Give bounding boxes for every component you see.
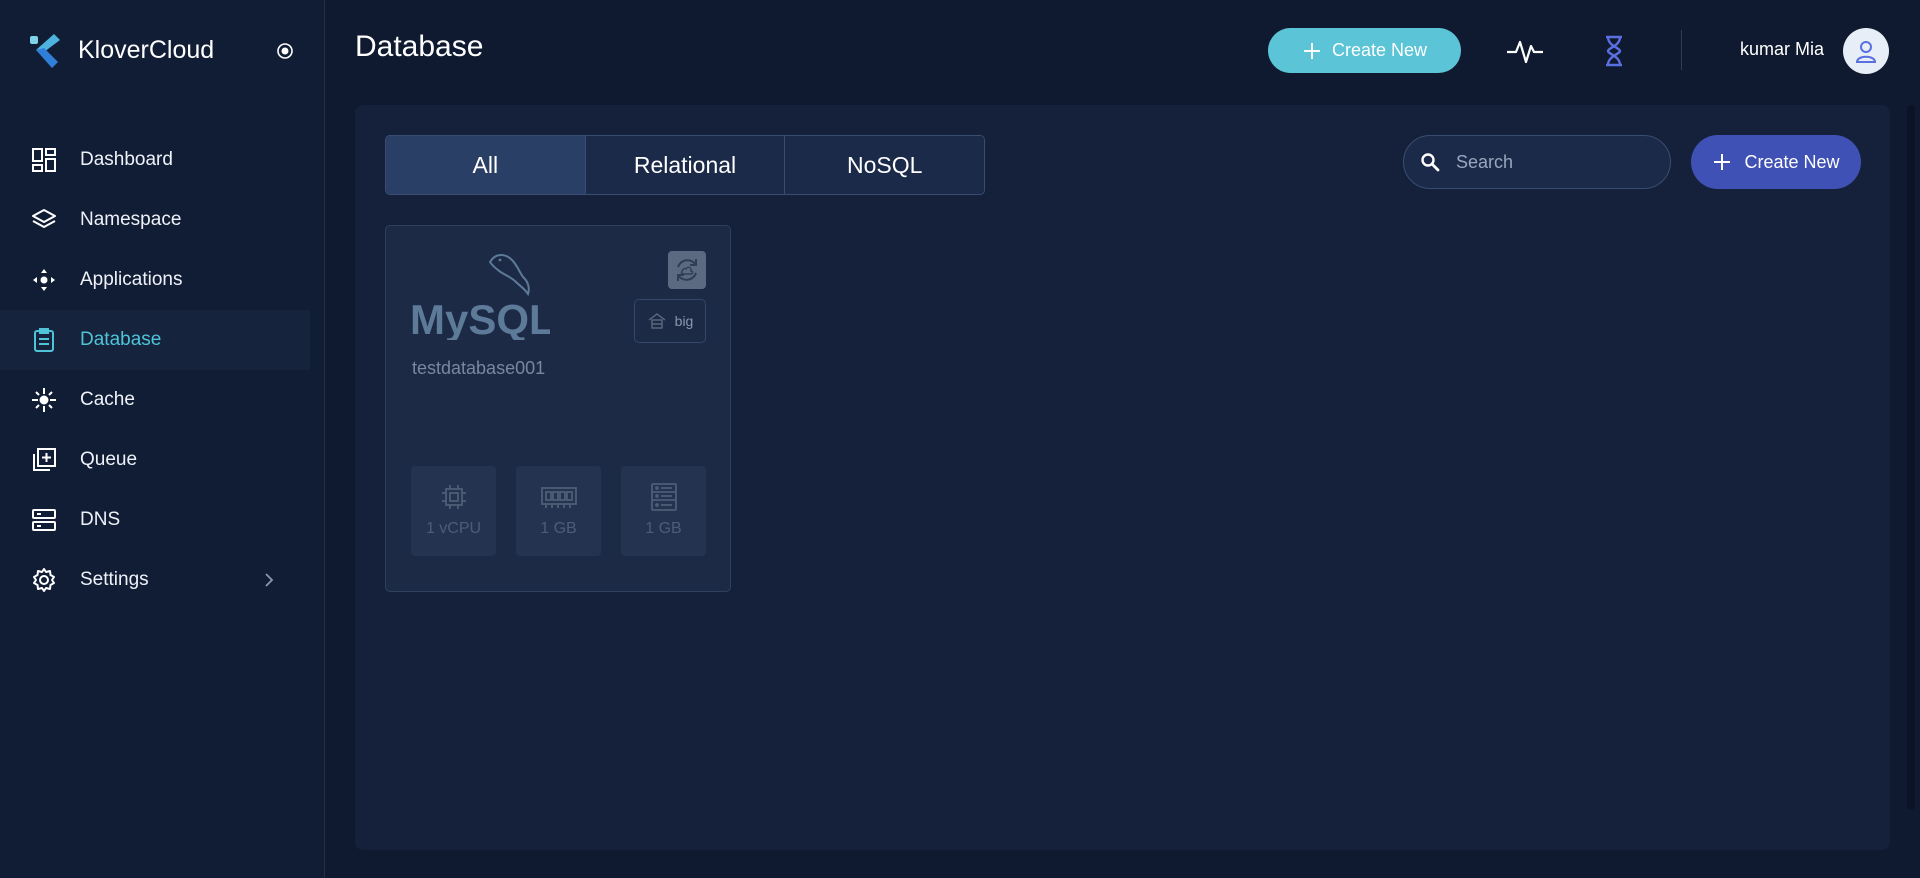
sidebar: KloverCloud Dashboard Namespace Applicat… [0, 0, 325, 878]
sidebar-item-label: Dashboard [80, 149, 173, 170]
mysql-logo-icon: MySQL [410, 254, 550, 340]
user-name[interactable]: kumar Mia [1740, 39, 1824, 60]
sidebar-item-namespace[interactable]: Namespace [0, 190, 310, 250]
activity-pulse-icon[interactable] [1505, 34, 1545, 68]
memory-label: 1 GB [540, 520, 577, 537]
header-create-new-button[interactable]: Create New [1268, 28, 1461, 73]
size-badge-label: big [674, 313, 694, 329]
storage-label: 1 GB [645, 520, 682, 537]
dashboard-icon [30, 146, 58, 174]
size-badge: big [634, 299, 706, 343]
create-new-button[interactable]: Create New [1691, 135, 1861, 189]
sidebar-item-dashboard[interactable]: Dashboard [0, 130, 310, 190]
sync-status-icon[interactable] [668, 251, 706, 289]
memory-tile: 1 GB [516, 466, 601, 556]
database-name: testdatabase001 [412, 358, 546, 378]
search-icon [1421, 153, 1440, 172]
gear-icon [30, 566, 58, 594]
header-divider [1681, 30, 1682, 70]
sidebar-item-queue[interactable]: Queue [0, 430, 310, 490]
memory-icon [540, 487, 577, 508]
plus-icon [1714, 154, 1731, 170]
sidebar-item-applications[interactable]: Applications [0, 250, 310, 310]
sidebar-pin-icon[interactable] [276, 42, 294, 60]
sidebar-item-label: DNS [80, 509, 121, 530]
database-card[interactable]: MySQL big testdatabase001 1 vCPU 1 GB 1 … [385, 225, 731, 592]
storage-tile: 1 GB [621, 466, 706, 556]
search-box [1403, 135, 1671, 189]
brand-name: KloverCloud [78, 35, 215, 64]
sidebar-item-label: Applications [80, 269, 183, 290]
tab-all[interactable]: All [386, 136, 586, 194]
sidebar-item-database[interactable]: Database [0, 310, 310, 370]
header-create-new-label: Create New [1331, 40, 1428, 60]
server-icon [30, 506, 58, 534]
database-type-tabs: All Relational NoSQL [385, 135, 985, 195]
storage-icon [650, 483, 677, 511]
scrollbar[interactable] [1907, 105, 1915, 810]
tab-nosql[interactable]: NoSQL [785, 136, 984, 194]
tab-relational[interactable]: Relational [585, 136, 786, 194]
queue-icon [30, 446, 58, 474]
sidebar-item-settings[interactable]: Settings [0, 550, 310, 610]
cpu-tile: 1 vCPU [411, 466, 496, 556]
tier-icon [648, 313, 666, 329]
sidebar-item-label: Cache [80, 389, 135, 410]
resource-tiles: 1 vCPU 1 GB 1 GB [411, 466, 706, 556]
klovercloud-logo-icon [30, 34, 60, 68]
page-title: Database [355, 30, 484, 63]
applications-icon [30, 266, 58, 294]
user-icon [1855, 41, 1877, 63]
cpu-icon [441, 485, 466, 509]
sidebar-item-label: Queue [80, 449, 138, 470]
avatar[interactable] [1843, 28, 1889, 74]
sidebar-item-label: Namespace [80, 209, 182, 230]
sidebar-nav: Dashboard Namespace Applications Databas… [0, 130, 310, 610]
sidebar-item-label: Settings [80, 569, 149, 590]
cpu-label: 1 vCPU [425, 520, 482, 537]
hourglass-icon[interactable] [1601, 34, 1627, 68]
plus-icon [1303, 42, 1320, 59]
sidebar-item-dns[interactable]: DNS [0, 490, 310, 550]
sidebar-item-label: Database [80, 329, 162, 350]
search-input[interactable] [1454, 147, 1644, 177]
clipboard-icon [30, 326, 58, 354]
brand[interactable]: KloverCloud [28, 30, 214, 70]
cache-icon [30, 386, 58, 414]
svg-text:MySQL: MySQL [410, 296, 550, 340]
layers-icon [30, 206, 58, 234]
chevron-right-icon [265, 573, 274, 587]
create-new-label: Create New [1744, 151, 1840, 172]
sidebar-item-cache[interactable]: Cache [0, 370, 310, 430]
